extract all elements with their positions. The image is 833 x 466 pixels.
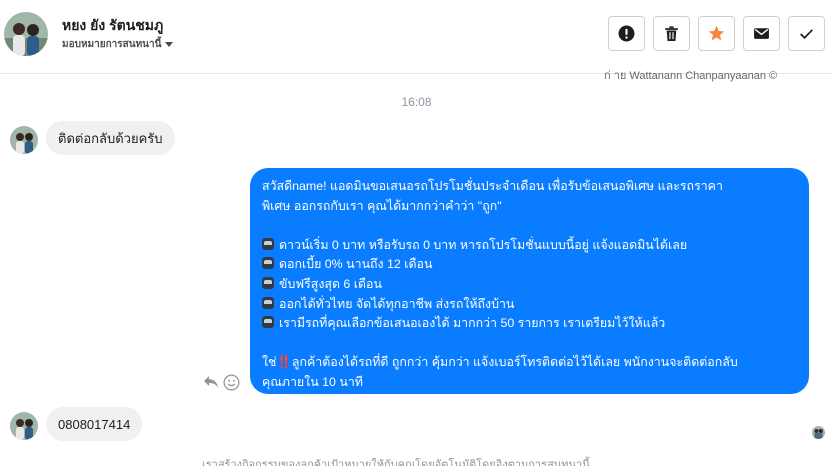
check-icon xyxy=(800,29,813,39)
message-line: คุณภายใน 10 นาที xyxy=(262,374,363,389)
assign-conversation-dropdown[interactable]: มอบหมายการสนทนานี้ xyxy=(62,37,174,52)
previous-message-snippet: ก่ าย Wattanann Chanpanyaanan © xyxy=(604,70,778,82)
alert-circle-icon xyxy=(618,25,635,42)
contact-avatar-small xyxy=(10,126,38,154)
car-emoji-icon xyxy=(262,257,274,270)
incoming-message[interactable]: 0808017414 xyxy=(46,407,143,441)
chevron-down-icon xyxy=(165,42,174,47)
mark-unread-button[interactable] xyxy=(743,16,780,51)
message-bullet: เรามีรถที่คุณเลือกข้อเสนอเองได้ มากกว่า … xyxy=(262,314,797,334)
double-exclamation-icon: ‼️ xyxy=(276,355,292,370)
contact-avatar[interactable] xyxy=(4,12,48,56)
conversation-header: หยง ยัง รัตนชมภู มอบหมายการสนทนานี้ xyxy=(0,0,833,74)
automation-note: เราสร้างกิจกรรมของลูกค้าเป้าหมายให้กับคุ… xyxy=(202,459,590,466)
message-closing: ใช่‼️ลูกค้าต้องได้รถที่ดี ถูกกว่า คุ้มกว… xyxy=(262,355,738,370)
delete-button[interactable] xyxy=(653,16,690,51)
contact-name: หยง ยัง รัตนชมภู xyxy=(62,17,164,33)
message-timestamp: 16:08 xyxy=(401,95,432,109)
car-emoji-icon xyxy=(262,276,274,289)
message-line: พิเศษ ออกรถกับเรา คุณได้มากกว่าคำว่า "ถู… xyxy=(262,198,502,213)
message-bullet: ออกได้ทั่วไทย จัดได้ทุกอาชีพ ส่งรถให้ถึง… xyxy=(262,295,797,315)
message-bullet: ดาวน์เริ่ม 0 บาท หรือรับรถ 0 บาท หารถโปร… xyxy=(262,236,797,256)
message-line: สวัสดีname! แอดมินขอเสนอรถโปรโมชั่นประจำ… xyxy=(262,179,723,193)
mark-done-button[interactable] xyxy=(788,16,825,51)
star-button[interactable] xyxy=(698,16,735,51)
mark-spam-button[interactable] xyxy=(608,16,645,51)
car-emoji-icon xyxy=(262,237,274,250)
message-bullet: ขับฟรีสูงสุด 6 เดือน xyxy=(262,275,797,295)
emoji-reaction-icon[interactable] xyxy=(223,374,240,391)
trash-icon xyxy=(665,26,678,41)
message-bullet: ดอกเบี้ย 0% นานถึง 12 เดือน xyxy=(262,255,797,275)
reply-icon[interactable] xyxy=(203,375,219,389)
car-emoji-icon xyxy=(262,296,274,309)
envelope-icon xyxy=(754,28,769,39)
contact-avatar-small xyxy=(10,412,38,440)
star-icon xyxy=(708,25,725,41)
read-receipt-avatar xyxy=(812,426,825,439)
car-emoji-icon xyxy=(262,316,274,329)
assign-label: มอบหมายการสนทนานี้ xyxy=(62,39,162,50)
conversation-actions xyxy=(608,16,825,51)
outgoing-message[interactable]: สวัสดีname! แอดมินขอเสนอรถโปรโมชั่นประจำ… xyxy=(250,168,809,394)
incoming-message[interactable]: ติดต่อกลับด้วยครับ xyxy=(46,121,175,155)
